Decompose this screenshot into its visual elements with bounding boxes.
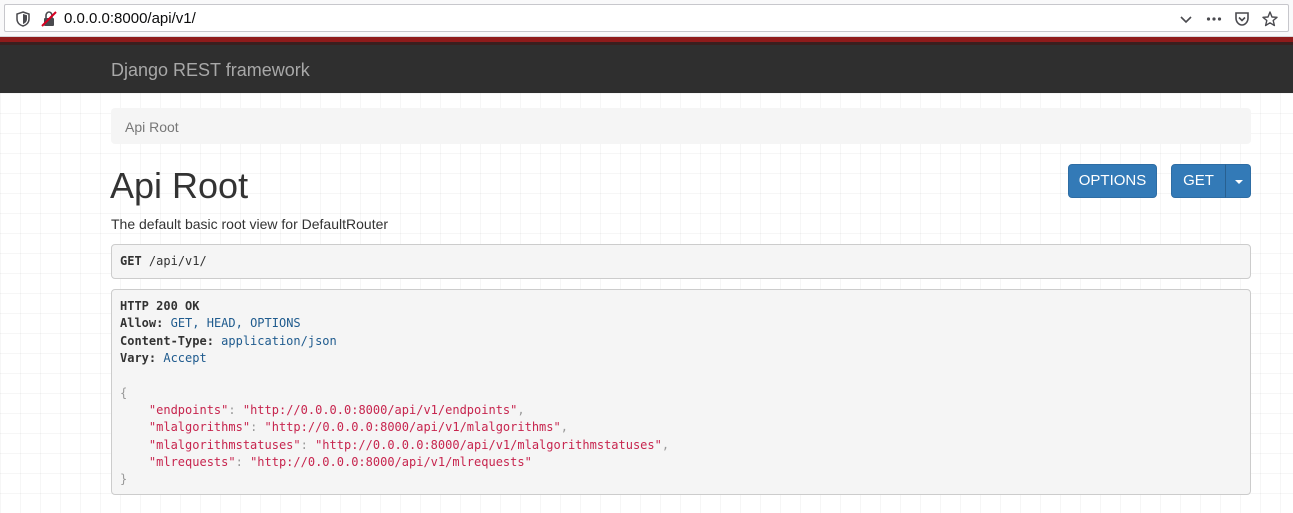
pocket-icon[interactable] (1233, 10, 1251, 28)
page-description: The default basic root view for DefaultR… (111, 216, 389, 232)
mlrequests-link[interactable]: "http://0.0.0.0:8000/api/v1/mlrequests" (250, 455, 532, 469)
page-title: Api Root (110, 165, 249, 206)
json-row-mlalgorithms: "mlalgorithms": "http://0.0.0.0:8000/api… (148, 420, 568, 434)
brand-link[interactable]: Django REST framework (111, 60, 310, 80)
json-row-endpoints: "endpoints": "http://0.0.0.0:8000/api/v1… (148, 403, 525, 417)
response-header-vary: Vary: Accept (120, 351, 207, 365)
url-field[interactable]: 0.0.0.0:8000/api/v1/ (4, 4, 1289, 32)
breadcrumb: Api Root (111, 108, 1251, 144)
shield-icon[interactable] (14, 10, 32, 28)
json-row-mlalgorithmstatuses: "mlalgorithmstatuses": "http://0.0.0.0:8… (148, 438, 670, 452)
response-info: HTTP 200 OK Allow: GET, HEAD, OPTIONS Co… (111, 289, 1251, 495)
get-format-dropdown-button[interactable] (1225, 164, 1251, 198)
response-status: HTTP 200 OK (120, 299, 200, 313)
json-open-brace: { (120, 386, 128, 400)
endpoints-link[interactable]: "http://0.0.0.0:8000/api/v1/endpoints" (243, 403, 518, 417)
json-row-mlrequests: "mlrequests": "http://0.0.0.0:8000/api/v… (148, 455, 532, 469)
options-button[interactable]: OPTIONS (1068, 164, 1157, 198)
url-text[interactable]: 0.0.0.0:8000/api/v1/ (64, 10, 196, 28)
get-button[interactable]: GET (1171, 164, 1226, 198)
chevron-down-icon[interactable] (1177, 10, 1195, 28)
mlalgorithmstatuses-link[interactable]: "http://0.0.0.0:8000/api/v1/mlalgorithms… (315, 438, 662, 452)
response-header-content-type: Content-Type: application/json (120, 334, 337, 348)
bookmark-star-icon[interactable] (1261, 10, 1279, 28)
request-method: GET (120, 254, 142, 268)
json-close-brace: } (120, 472, 128, 486)
request-line: GET /api/v1/ (120, 254, 207, 268)
insecure-connection-icon[interactable] (40, 10, 58, 28)
breadcrumb-item-api-root: Api Root (125, 119, 179, 135)
response-header-allow: Allow: GET, HEAD, OPTIONS (120, 316, 301, 330)
navbar: Django REST framework (0, 45, 1293, 93)
mlalgorithms-link[interactable]: "http://0.0.0.0:8000/api/v1/mlalgorithms… (265, 420, 561, 434)
browser-toolbar: 0.0.0.0:8000/api/v1/ (0, 0, 1293, 37)
caret-down-icon (1235, 180, 1243, 184)
request-path: /api/v1/ (148, 254, 207, 268)
request-info: GET /api/v1/ (111, 244, 1251, 279)
more-icon[interactable] (1205, 10, 1223, 28)
